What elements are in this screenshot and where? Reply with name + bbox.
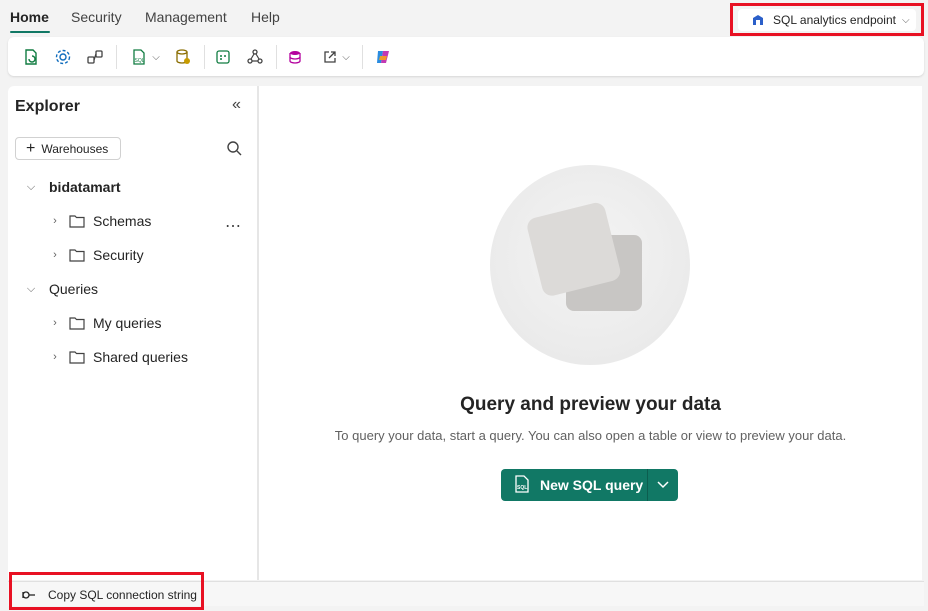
add-icon: +: [26, 139, 36, 157]
tree-item-schemas[interactable]: › Schemas: [49, 211, 151, 231]
tree-item-queries[interactable]: ⌵ Queries: [25, 279, 98, 299]
explorer-panel: Explorer « + Warehouses ⌵ bidatamart › S…: [8, 86, 258, 580]
add-warehouses-label: Warehouses: [41, 141, 109, 156]
connection-highlight: Copy SQL connection string: [9, 572, 204, 610]
open-in-dropdown[interactable]: ⌵: [318, 45, 354, 69]
folder-icon: [69, 316, 85, 330]
chevron-down-icon: ⌵: [152, 51, 160, 63]
connections-icon: [87, 50, 103, 64]
collapse-panel-icon[interactable]: «: [232, 96, 241, 114]
tree-item-security[interactable]: › Security: [49, 245, 144, 265]
refresh-icon: [25, 49, 37, 65]
add-warehouses-button[interactable]: + Warehouses: [15, 137, 121, 160]
copilot-icon: [377, 51, 389, 63]
tree-item-label: Queries: [49, 281, 99, 297]
active-tab-indicator: [10, 31, 50, 33]
explorer-title: Explorer: [15, 98, 80, 115]
ribbon-toolbar: SQL ⌵ ⌵: [8, 37, 924, 76]
chevron-down-icon: ⌵: [342, 51, 350, 63]
copy-sql-connection-label: Copy SQL connection string: [48, 588, 197, 602]
tree-item-my-queries[interactable]: › My queries: [49, 313, 161, 333]
endpoint-selector[interactable]: SQL analytics endpoint ⌵: [738, 9, 916, 31]
more-options-icon[interactable]: ⋯: [225, 216, 242, 236]
empty-state-illustration: [490, 165, 690, 365]
settings-button[interactable]: [52, 45, 74, 69]
toolbar-divider: [204, 45, 205, 69]
folder-icon: [69, 214, 85, 228]
new-sql-query-dropdown[interactable]: SQL ⌵: [126, 45, 164, 69]
connections-button[interactable]: [84, 45, 106, 69]
settings-icon: [55, 49, 71, 65]
svg-text:SQL: SQL: [517, 485, 527, 491]
visual-query-icon: [216, 50, 230, 64]
endpoint-highlight: SQL analytics endpoint ⌵: [730, 3, 924, 36]
chevron-down-icon: ⌵: [26, 180, 36, 193]
new-sql-query-icon: SQL: [133, 49, 145, 65]
tree-item-label: Schemas: [93, 213, 152, 229]
tree-item-shared-queries[interactable]: › Shared queries: [49, 347, 188, 367]
tree-item-label: My queries: [93, 315, 162, 331]
copy-sql-connection-button[interactable]: Copy SQL connection string: [22, 588, 197, 602]
model-layout-button[interactable]: [244, 45, 266, 69]
refresh-button[interactable]: [20, 45, 42, 69]
sql-file-icon: SQL: [514, 474, 530, 496]
chevron-down-icon: [657, 481, 669, 489]
tree-item-label: Security: [93, 247, 144, 263]
model-layout-icon: [247, 49, 263, 64]
tab-security[interactable]: Security: [71, 9, 122, 25]
open-in-icon: [324, 51, 336, 63]
get-data-button[interactable]: [172, 45, 194, 69]
new-sql-query-split-button: SQL New SQL query: [501, 469, 678, 501]
endpoint-label: SQL analytics endpoint: [773, 13, 896, 27]
tree-item-bidatamart[interactable]: ⌵ bidatamart: [25, 177, 121, 197]
chevron-down-icon: ⌵: [901, 14, 910, 26]
reporting-icon: [289, 51, 301, 64]
svg-text:SQL: SQL: [135, 58, 145, 64]
folder-icon: [69, 350, 85, 364]
visual-query-button[interactable]: [212, 45, 234, 69]
copilot-button[interactable]: [372, 45, 394, 69]
new-sql-query-button[interactable]: SQL New SQL query: [501, 469, 647, 501]
warehouse-icon: [751, 13, 765, 27]
tree-item-label: Shared queries: [93, 349, 188, 365]
folder-icon: [69, 248, 85, 262]
main-content: Query and preview your data To query you…: [259, 86, 922, 580]
empty-state-title: Query and preview your data: [460, 394, 721, 415]
toolbar-divider: [362, 45, 363, 69]
chevron-down-icon: ⌵: [26, 282, 36, 295]
get-data-icon: [176, 49, 190, 64]
tab-help[interactable]: Help: [251, 9, 280, 25]
new-sql-query-label: New SQL query: [540, 477, 644, 493]
plug-icon: [22, 591, 35, 599]
top-nav: Home Security Management Help SQL analyt…: [0, 0, 928, 36]
new-sql-query-dropdown-button[interactable]: [648, 469, 678, 501]
tab-home[interactable]: Home: [10, 9, 49, 25]
search-icon[interactable]: [226, 140, 243, 162]
chevron-right-icon: ›: [53, 317, 57, 329]
chevron-right-icon: ›: [53, 249, 57, 261]
tab-management[interactable]: Management: [145, 9, 227, 25]
toolbar-divider: [276, 45, 277, 69]
tree-item-label: bidatamart: [49, 179, 121, 195]
chevron-right-icon: ›: [53, 215, 57, 227]
reporting-button[interactable]: [284, 45, 306, 69]
empty-state-subtitle: To query your data, start a query. You c…: [334, 428, 847, 443]
toolbar-divider: [116, 45, 117, 69]
chevron-right-icon: ›: [53, 351, 57, 363]
